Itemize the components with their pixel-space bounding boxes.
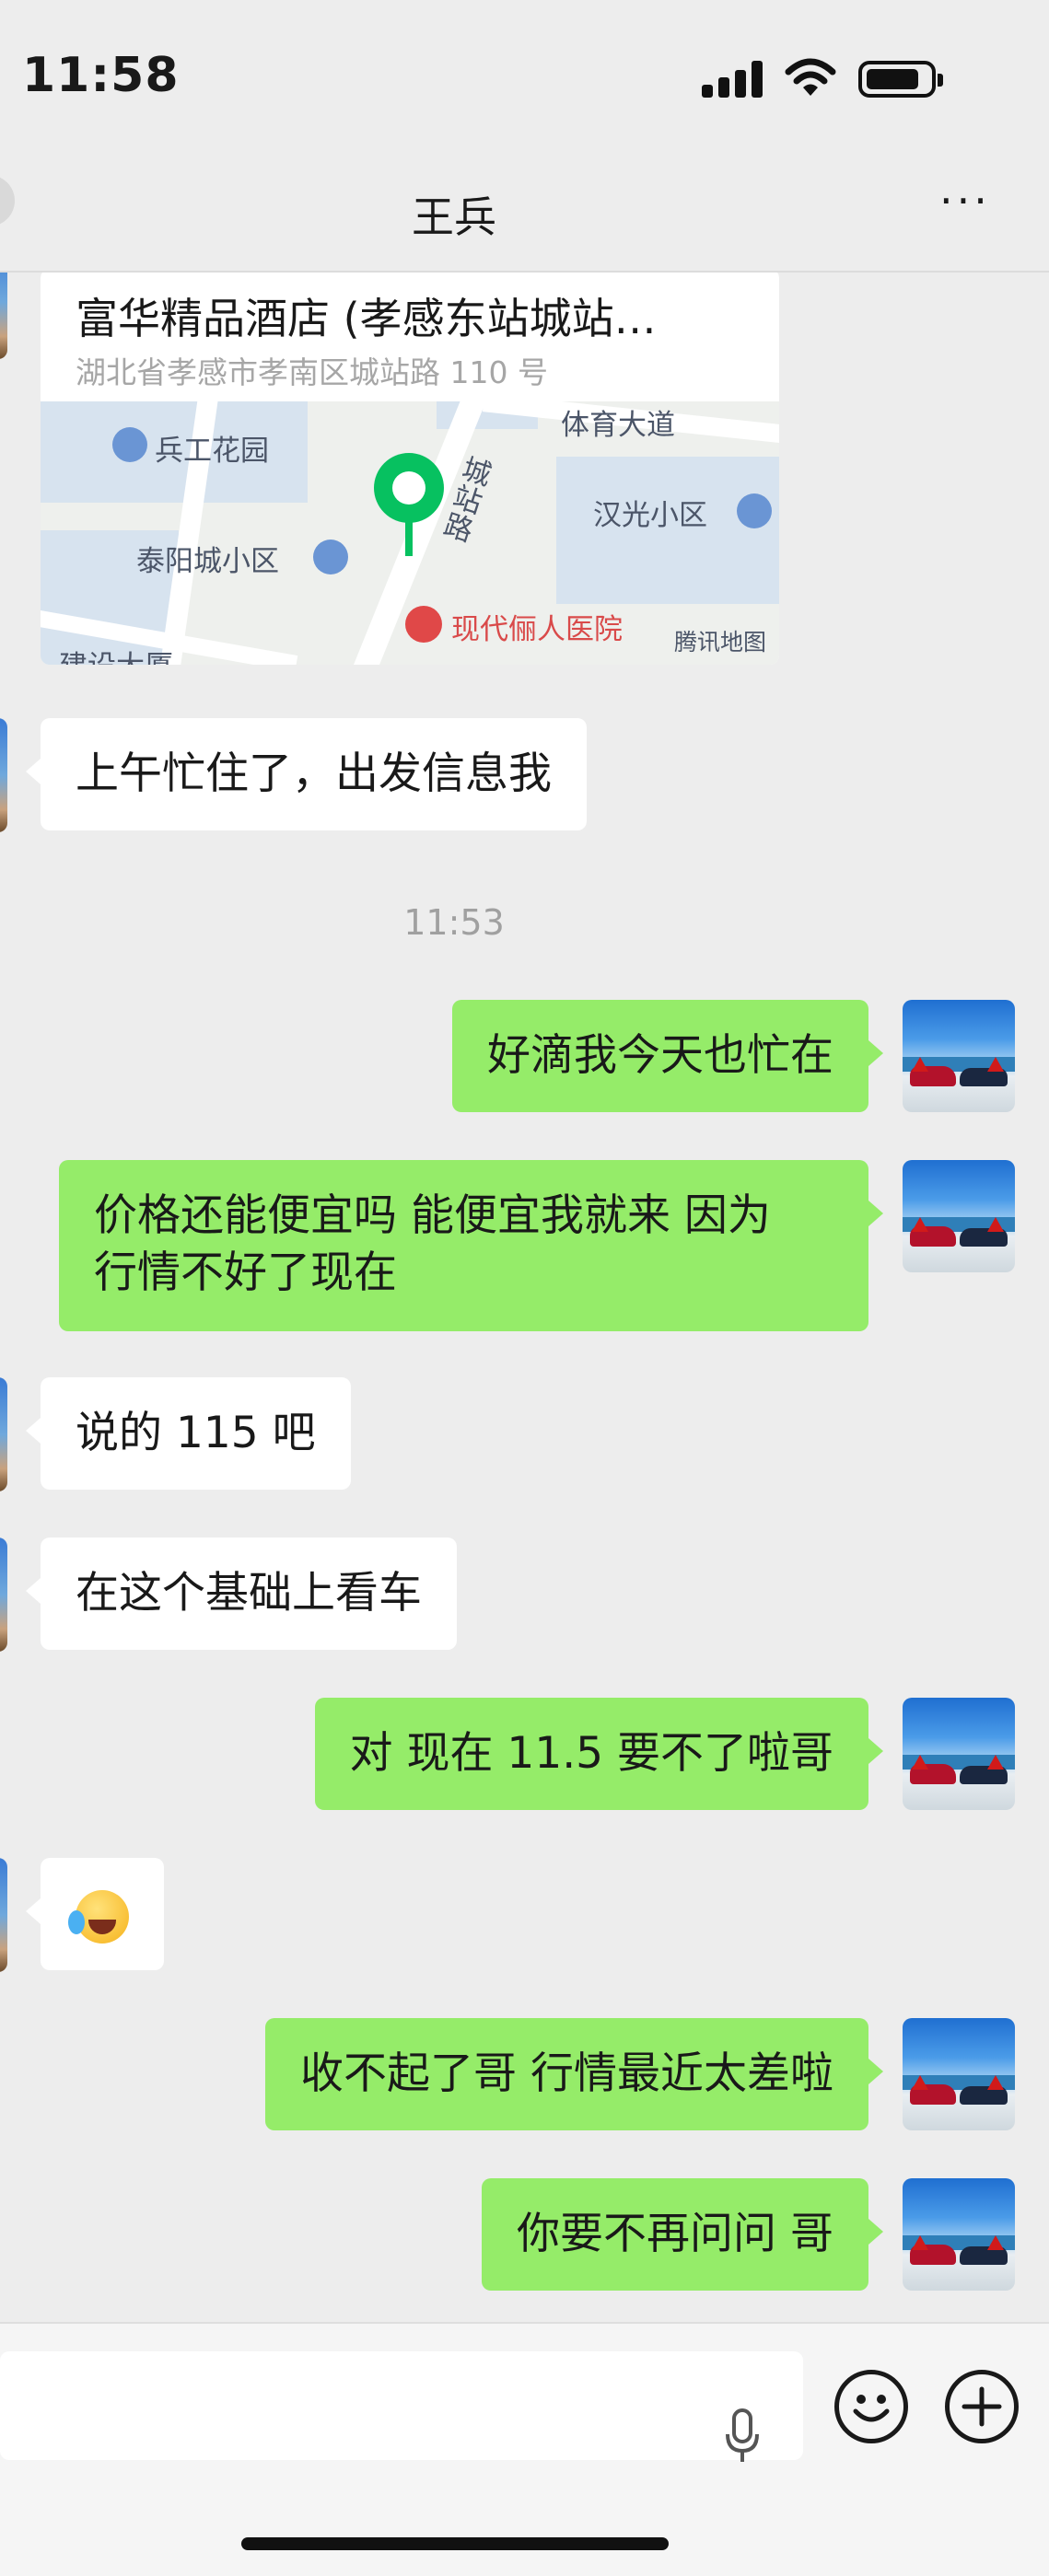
contact-avatar[interactable]	[0, 1377, 7, 1491]
signal-icon	[702, 61, 764, 98]
my-avatar[interactable]	[903, 2178, 1015, 2291]
location-address: 湖北省孝感市孝南区城站路 110 号	[76, 354, 548, 390]
my-avatar[interactable]	[903, 1698, 1015, 1810]
map-brand: 腾讯地图	[673, 629, 766, 656]
battery-icon	[858, 61, 943, 98]
outgoing-message[interactable]: 收不起了哥 行情最近太差啦	[265, 2018, 883, 2130]
contact-avatar[interactable]	[0, 1858, 7, 1972]
map-label: 现代俪人医院	[451, 613, 623, 646]
poi-icon	[737, 493, 772, 528]
more-icon[interactable]: ···	[939, 180, 1004, 228]
outgoing-message[interactable]: 你要不再问问 哥	[482, 2178, 883, 2291]
status-time: 11:58	[22, 48, 180, 103]
my-avatar[interactable]	[903, 2018, 1015, 2130]
map-label: 建设大厦	[59, 643, 173, 665]
hospital-icon	[405, 606, 442, 643]
incoming-message[interactable]	[26, 1858, 164, 1970]
location-pin-stem	[405, 517, 413, 556]
map-label: 体育大道	[561, 409, 675, 442]
chat-header: 王兵 ···	[0, 157, 1049, 273]
my-avatar[interactable]	[903, 1160, 1015, 1272]
poi-icon	[313, 540, 348, 574]
message-timestamp: 11:53	[403, 902, 505, 943]
contact-avatar[interactable]	[0, 718, 7, 832]
home-indicator[interactable]	[241, 2537, 669, 2550]
location-title: 富华精品酒店 (孝感东站城站…	[76, 294, 657, 343]
incoming-message[interactable]: 在这个基础上看车	[26, 1537, 457, 1650]
map-label: 兵工花园	[155, 435, 269, 468]
map-label: 泰阳城小区	[136, 545, 279, 578]
map-preview[interactable]: 体育大道 城站路 兵工花园 汉光小区 泰阳城小区 现代俪人医院 建设大厦 腾讯地…	[41, 401, 779, 665]
incoming-message[interactable]: 上午忙住了，出发信息我	[26, 718, 587, 830]
contact-name: 王兵	[412, 192, 496, 242]
emoji-icon[interactable]	[834, 2370, 908, 2443]
outgoing-message[interactable]: 对 现在 11.5 要不了啦哥	[314, 1698, 884, 1810]
crying-laughing-emoji-icon	[68, 1889, 129, 1944]
plus-icon[interactable]	[945, 2370, 1019, 2443]
message-line: 行情不好了现在	[94, 1247, 397, 1298]
outgoing-message[interactable]: 价格还能便宜吗 能便宜我就来 因为 行情不好了现在	[59, 1160, 883, 1331]
wifi-icon	[785, 58, 836, 96]
location-pin-icon	[374, 453, 444, 523]
incoming-message[interactable]: 说的 115 吧	[26, 1377, 351, 1490]
outgoing-message[interactable]: 好滴我今天也忙在	[452, 1000, 883, 1112]
voice-icon[interactable]	[724, 2408, 761, 2464]
message-input-bar	[0, 2322, 1049, 2576]
message-input[interactable]	[0, 2351, 803, 2462]
my-avatar[interactable]	[903, 1000, 1015, 1112]
location-message[interactable]: 富华精品酒店 (孝感东站城站… 湖北省孝感市孝南区城站路 110 号 体育大道 …	[41, 273, 779, 665]
status-bar: 11:58	[0, 0, 1049, 157]
contact-avatar[interactable]	[0, 1537, 7, 1652]
chat-history[interactable]: 富华精品酒店 (孝感东站城站… 湖北省孝感市孝南区城站路 110 号 体育大道 …	[0, 273, 1049, 2322]
message-line: 价格还能便宜吗 能便宜我就来 因为	[94, 1190, 771, 1241]
map-label: 汉光小区	[593, 499, 707, 532]
poi-icon	[112, 427, 147, 462]
contact-avatar[interactable]	[0, 273, 7, 359]
